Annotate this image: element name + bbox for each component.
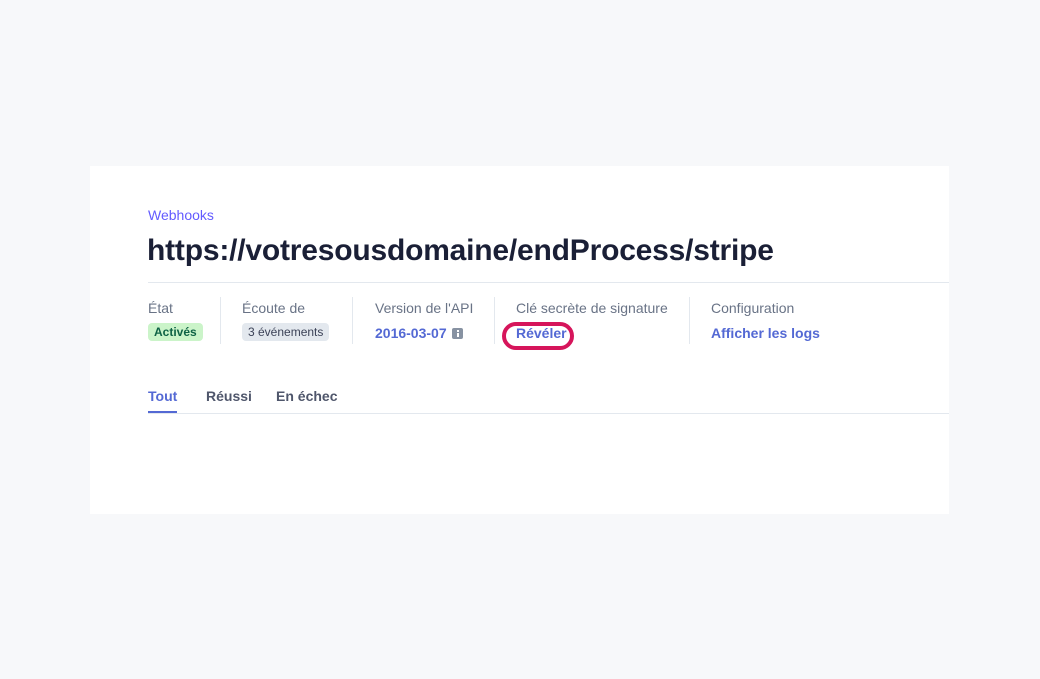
meta-divider <box>352 297 353 344</box>
meta-divider <box>689 297 690 344</box>
meta-configuration-label: Configuration <box>711 300 795 316</box>
meta-api-version-label: Version de l'API <box>375 300 474 316</box>
tab-succeeded[interactable]: Réussi <box>206 388 252 404</box>
api-version-link[interactable]: 2016-03-07 <box>375 323 447 343</box>
page-title: https://votresousdomaine/endProcess/stri… <box>147 234 774 267</box>
meta-listening-label: Écoute de <box>242 300 306 316</box>
tab-all[interactable]: Tout <box>148 388 177 404</box>
header-divider <box>148 282 949 283</box>
breadcrumb-webhooks[interactable]: Webhooks <box>148 207 214 223</box>
info-icon[interactable] <box>451 327 463 339</box>
tab-failed[interactable]: En échec <box>276 388 337 404</box>
status-badge: Activés <box>148 323 203 341</box>
tabs-divider <box>148 413 949 414</box>
highlight-ring <box>502 322 574 350</box>
webhook-card: Webhooks https://votresousdomaine/endPro… <box>90 166 949 514</box>
meta-signing-secret-label: Clé secrète de signature <box>516 300 668 316</box>
meta-state-label: État <box>148 300 173 316</box>
events-count-badge[interactable]: 3 événements <box>242 323 330 341</box>
view-logs-link[interactable]: Afficher les logs <box>711 323 820 343</box>
meta-divider <box>220 297 221 344</box>
meta-divider <box>494 297 495 344</box>
